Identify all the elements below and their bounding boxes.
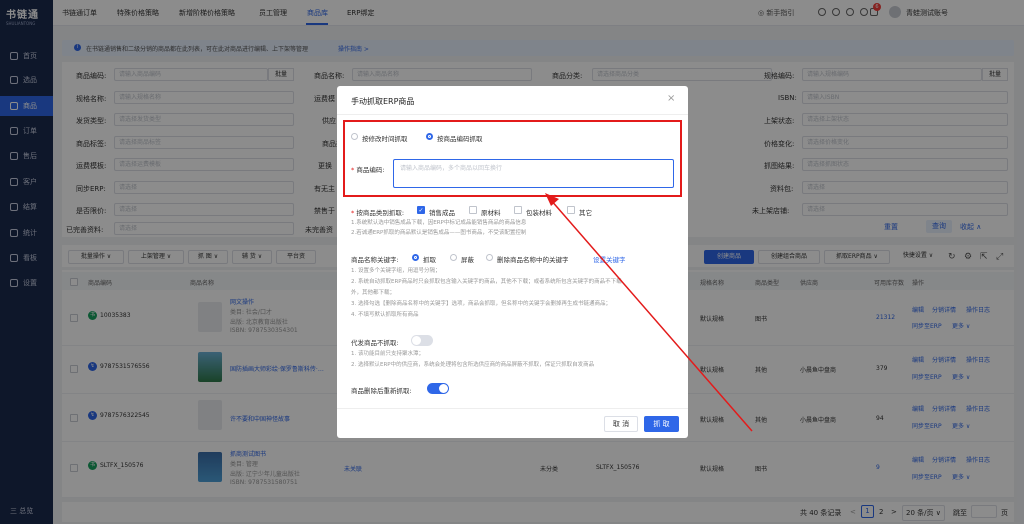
radio-kw-delete-label[interactable]: 删除商品名称中的关键字 xyxy=(497,254,569,264)
code-textarea[interactable]: 请输入商品编码，多个商品以回车换行 xyxy=(393,159,674,188)
keyword-hint: 外，其他都下载； xyxy=(351,290,396,296)
keyword-hint: 2. 系统自动抓取ERP商品时只会抓取包含输入关键字的商品，其他不下载；或者系统… xyxy=(351,279,622,285)
checkbox-package-label[interactable]: 包装材料 xyxy=(526,207,552,217)
category-hint: 2.若诚通ERP抓取的商品默认是销售成品——图书商品，不受该配置控制 xyxy=(351,230,527,236)
checkbox-finished-label[interactable]: 销售成品 xyxy=(429,207,455,217)
close-icon[interactable]: × xyxy=(667,93,675,104)
radio-kw-block-label[interactable]: 屏蔽 xyxy=(461,254,474,264)
radio-kw-delete[interactable] xyxy=(486,254,493,261)
radio-by-time[interactable] xyxy=(351,133,358,140)
proxy-toggle[interactable] xyxy=(411,335,433,346)
keyword-hint: 1. 设置多个关键字组，用逗号分隔； xyxy=(351,268,441,274)
keyword-hint: 4. 不填写默认抓取所有商品 xyxy=(351,312,419,318)
checkbox-raw-label[interactable]: 原材料 xyxy=(481,207,501,217)
radio-by-code-label[interactable]: 按商品编码抓取 xyxy=(437,133,483,143)
category-hint: 1.系统默认选中销售成品下载，因ERP中标记成品能销售商品的商品信息 xyxy=(351,220,527,226)
checkbox-package[interactable] xyxy=(514,206,522,214)
grab-button[interactable]: 抓 取 xyxy=(644,416,679,432)
radio-kw-grab-label[interactable]: 抓取 xyxy=(423,254,436,264)
radio-kw-block[interactable] xyxy=(450,254,457,261)
refetch-label: 商品删除后重新抓取: xyxy=(351,387,412,395)
keyword-label: 商品名称关键字: xyxy=(351,256,399,264)
modal-title: 手动抓取ERP商品 xyxy=(351,97,415,106)
checkbox-finished[interactable]: ✓ xyxy=(417,206,425,214)
modal-footer-divider xyxy=(337,408,688,409)
code-label: * 商品编码: xyxy=(351,166,385,174)
keyword-hint: 3. 选择勾选【删除商品名称中的关键字】选项，商品会抓取，但名称中的关键字会删掉… xyxy=(351,301,611,307)
category-label: * 按商品类别抓取: xyxy=(351,209,405,217)
checkbox-raw[interactable] xyxy=(469,206,477,214)
radio-kw-grab[interactable] xyxy=(412,254,419,261)
radio-by-code[interactable] xyxy=(426,133,433,140)
checkbox-other[interactable] xyxy=(567,206,575,214)
set-keyword-link[interactable]: 设置关键字 xyxy=(593,254,626,264)
proxy-hint: 2. 选择默认ERP中的供应商，系统会处理将包含所选供应商的商品屏蔽不抓取，保证… xyxy=(351,362,595,368)
proxy-hint: 1. 该功能目前只支持聚水潭； xyxy=(351,351,424,357)
cancel-button[interactable]: 取 消 xyxy=(604,416,638,432)
proxy-label: 代发商品不抓取: xyxy=(351,339,399,347)
radio-by-time-label[interactable]: 按修改时间抓取 xyxy=(362,133,408,143)
checkbox-other-label[interactable]: 其它 xyxy=(579,207,592,217)
refetch-toggle[interactable] xyxy=(427,383,449,394)
modal-divider xyxy=(337,114,688,115)
